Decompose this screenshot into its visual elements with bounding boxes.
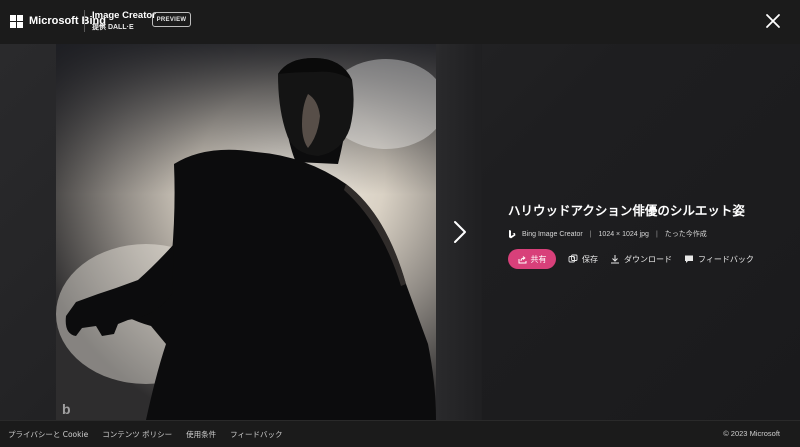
image-details-panel: ハリウッドアクション俳優のシルエット姿 Bing Image Creator |… [508,200,788,269]
copyright: © 2023 Microsoft [723,429,780,438]
image-title: ハリウッドアクション俳優のシルエット姿 [508,203,745,218]
image-meta: Bing Image Creator | 1024 × 1024 jpg | た… [508,229,788,239]
image-viewer: b ハリウッドアクション俳優のシルエット姿 Bing Image Creator… [0,44,800,420]
share-button[interactable]: 共有 [508,249,556,269]
download-label: ダウンロード [624,254,672,264]
footer-links: プライバシーと Cookie コンテンツ ポリシー 使用条件 フィードバック [8,429,296,440]
share-icon [518,255,526,263]
header-divider [84,10,85,32]
privacy-link[interactable]: プライバシーと Cookie [8,429,88,440]
footer: プライバシーと Cookie コンテンツ ポリシー 使用条件 フィードバック ©… [0,420,800,447]
microsoft-logo-icon [10,14,23,28]
preview-badge: PREVIEW [152,12,191,27]
silhouette-image: b [56,44,436,420]
feedback-button[interactable]: フィードバック [684,254,754,265]
product-title: Image Creator [92,10,156,21]
bing-logo-icon [509,229,516,238]
close-icon [766,14,780,28]
bing-watermark: b [62,401,71,417]
terms-link[interactable]: 使用条件 [186,429,216,440]
image-created: たった今作成 [664,231,707,238]
top-bar: Microsoft Bing Image Creator 提供 DALL·E P… [0,0,800,44]
image-actions: 共有 保存 ダウンロード フィードバック [508,249,788,269]
image-dimensions: 1024 × 1024 jpg [598,230,649,238]
next-image-button[interactable] [450,219,470,245]
image-source: Bing Image Creator [522,230,583,238]
feedback-label: フィードバック [698,254,754,264]
feedback-icon [685,255,693,263]
generated-image[interactable]: b [56,44,436,420]
product-subtitle: 提供 DALL·E [92,24,134,31]
close-button[interactable] [762,10,784,32]
save-icon [568,254,578,263]
meta-separator: | [655,230,658,238]
meta-separator: | [589,230,592,238]
footer-feedback-link[interactable]: フィードバック [230,429,282,440]
image-frame: b [56,44,482,420]
download-icon [611,255,619,264]
content-policy-link[interactable]: コンテンツ ポリシー [102,429,172,440]
save-label: 保存 [582,254,598,264]
share-label: 共有 [530,254,547,264]
save-button[interactable]: 保存 [568,254,598,265]
image-creator-title-block[interactable]: Image Creator 提供 DALL·E [92,10,156,33]
chevron-right-icon [454,221,466,243]
download-button[interactable]: ダウンロード [610,254,672,265]
